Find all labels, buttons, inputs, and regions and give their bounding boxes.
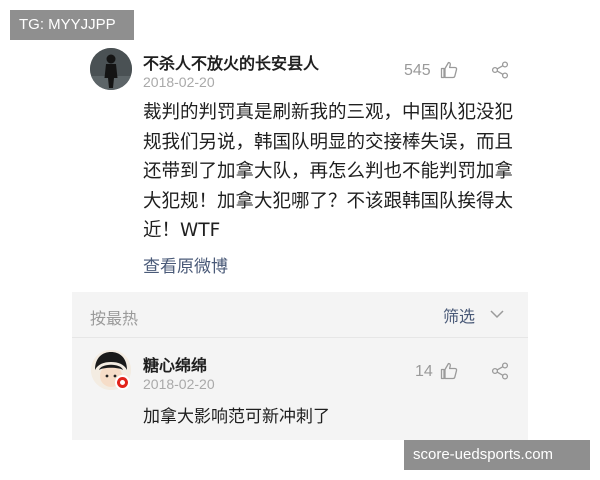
thumbs-up-icon[interactable] (439, 361, 459, 381)
share-icon[interactable] (490, 361, 510, 381)
watermark-top-left: TG: MYYJJPP (10, 10, 134, 40)
comment-date: 2018-02-20 (143, 376, 215, 392)
share-icon[interactable] (490, 60, 510, 80)
sort-hot-label[interactable]: 按最热 (90, 305, 138, 329)
comments-divider (72, 337, 528, 338)
chevron-down-icon[interactable] (489, 308, 505, 320)
comment-like-count: 14 (415, 363, 433, 380)
thumbs-up-icon[interactable] (439, 60, 459, 80)
post-like-count: 545 (404, 62, 431, 79)
post-author-avatar[interactable] (90, 48, 132, 90)
verified-badge-icon (115, 375, 130, 390)
post-author-name[interactable]: 不杀人不放火的长安县人 (143, 50, 319, 74)
view-original-link[interactable]: 查看原微博 (143, 252, 228, 277)
comment-text: 加拿大影响范可新冲刺了 (143, 407, 330, 427)
comment-author-name[interactable]: 糖心绵绵 (143, 352, 207, 376)
post-text: 裁判的判罚真是刷新我的三观，中国队犯没犯规我们另说，韩国队明显的交接棒失误，而且… (143, 102, 514, 241)
post-date: 2018-02-20 (143, 74, 215, 90)
weibo-comment-screenshot: TG: MYYJJPP 不杀人不放火的长安县人 2018-02-20 545 裁… (0, 0, 600, 480)
person-silhouette-icon (90, 48, 132, 90)
watermark-bottom-right: score-uedsports.com (404, 440, 590, 470)
filter-button[interactable]: 筛选 (443, 303, 475, 327)
